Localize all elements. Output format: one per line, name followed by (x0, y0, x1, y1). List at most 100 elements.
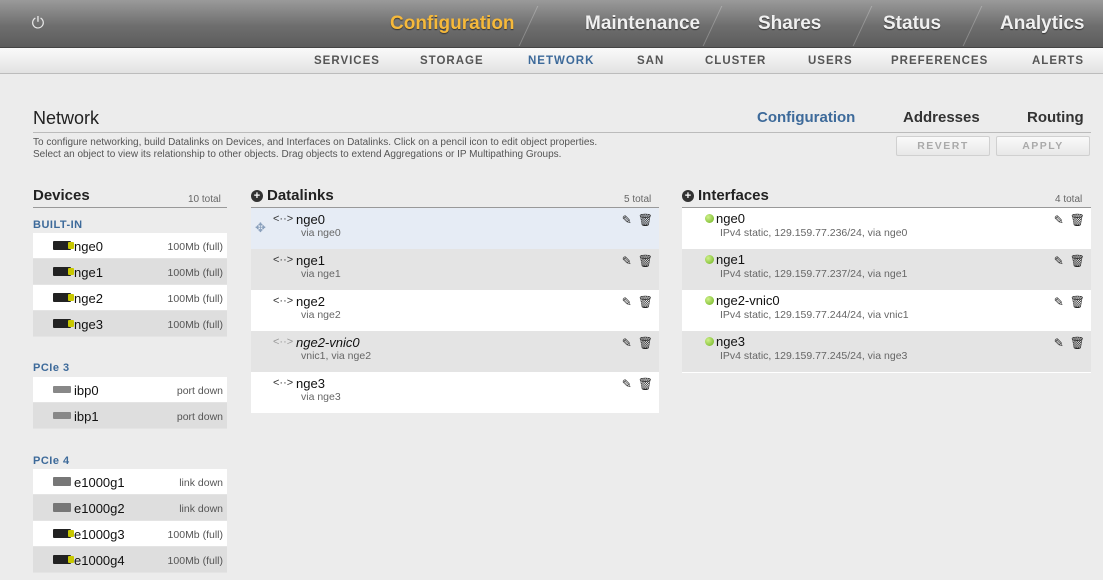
pencil-icon[interactable]: ✎ (1054, 254, 1064, 268)
add-interface-icon[interactable]: + (682, 190, 694, 202)
datalink-icon: <··> (273, 295, 294, 307)
interface-row[interactable]: nge1 IPv4 static, 129.159.77.237/24, via… (682, 249, 1091, 290)
datalink-detail: via nge0 (301, 227, 341, 239)
device-status: 100Mb (full) (167, 319, 223, 331)
revert-button[interactable]: REVERT (896, 136, 990, 156)
trash-icon[interactable]: 🗑 (1070, 295, 1085, 309)
pencil-icon[interactable]: ✎ (622, 377, 632, 391)
datalink-row[interactable]: <··> nge3 via nge3 ✎ 🗑 (251, 372, 659, 413)
subtab-cluster[interactable]: CLUSTER (705, 48, 766, 74)
view-tab-configuration[interactable]: Configuration (757, 109, 855, 126)
power-icon[interactable]: ⏻ (28, 14, 48, 34)
status-up-icon (705, 337, 714, 346)
datalink-row[interactable]: ✥ <··> nge0 via nge0 ✎ 🗑 (251, 208, 659, 249)
interface-name: nge0 (716, 211, 745, 226)
tab-divider (518, 6, 539, 46)
pencil-icon[interactable]: ✎ (622, 213, 632, 227)
pencil-icon[interactable]: ✎ (1054, 295, 1064, 309)
device-row[interactable]: e1000g3 100Mb (full) (33, 521, 227, 547)
pencil-icon[interactable]: ✎ (1054, 336, 1064, 350)
device-row[interactable]: nge0 100Mb (full) (33, 233, 227, 259)
ib-port-icon (53, 412, 71, 419)
subtab-preferences[interactable]: PREFERENCES (891, 48, 988, 74)
devices-heading: Devices (33, 187, 90, 204)
description-line: Select an object to view its relationshi… (33, 149, 562, 160)
device-status: 100Mb (full) (167, 241, 223, 253)
device-row[interactable]: ibp1 port down (33, 403, 227, 429)
subtab-users[interactable]: USERS (808, 48, 853, 74)
device-row[interactable]: e1000g4 100Mb (full) (33, 547, 227, 573)
datalinks-heading: + Datalinks (251, 187, 334, 204)
interface-row[interactable]: nge3 IPv4 static, 129.159.77.245/24, via… (682, 331, 1091, 372)
nic-down-icon (53, 477, 71, 486)
device-row[interactable]: nge3 100Mb (full) (33, 311, 227, 337)
trash-icon[interactable]: 🗑 (638, 295, 653, 309)
device-name: nge2 (74, 291, 103, 306)
datalink-detail: via nge3 (301, 391, 341, 403)
pencil-icon[interactable]: ✎ (622, 254, 632, 268)
device-row[interactable]: e1000g2 link down (33, 495, 227, 521)
trash-icon[interactable]: 🗑 (638, 254, 653, 268)
trash-icon[interactable]: 🗑 (638, 377, 653, 391)
tab-configuration[interactable]: Configuration (390, 0, 515, 48)
apply-button[interactable]: APPLY (996, 136, 1090, 156)
tab-analytics[interactable]: Analytics (1000, 0, 1084, 48)
top-navigation-bar: ⏻ Configuration Maintenance Shares Statu… (0, 0, 1103, 48)
device-row[interactable]: ibp0 port down (33, 377, 227, 403)
datalink-detail: vnic1, via nge2 (301, 350, 372, 362)
pencil-icon[interactable]: ✎ (622, 336, 632, 350)
tab-shares[interactable]: Shares (758, 0, 821, 48)
device-name: e1000g1 (74, 475, 125, 490)
page-title: Network (33, 108, 100, 128)
datalink-icon: <··> (273, 213, 294, 225)
datalinks-total: 5 total (624, 194, 652, 205)
add-datalink-icon[interactable]: + (251, 190, 263, 202)
subtab-services[interactable]: SERVICES (314, 48, 380, 74)
device-name: ibp1 (74, 409, 99, 424)
datalink-row[interactable]: <··> nge2 via nge2 ✎ 🗑 (251, 290, 659, 331)
nic-active-icon (53, 241, 74, 250)
subtab-san[interactable]: SAN (637, 48, 664, 74)
subtab-network[interactable]: NETWORK (528, 48, 594, 74)
tab-maintenance[interactable]: Maintenance (585, 0, 700, 48)
pencil-icon[interactable]: ✎ (1054, 213, 1064, 227)
device-row[interactable]: nge1 100Mb (full) (33, 259, 227, 285)
pencil-icon[interactable]: ✎ (622, 295, 632, 309)
trash-icon[interactable]: 🗑 (1070, 254, 1085, 268)
interface-detail: IPv4 static, 129.159.77.237/24, via nge1 (720, 268, 908, 280)
subtab-storage[interactable]: STORAGE (420, 48, 484, 74)
trash-icon[interactable]: 🗑 (1070, 213, 1085, 227)
tab-divider (962, 6, 983, 46)
device-status: 100Mb (full) (167, 555, 223, 567)
datalink-row[interactable]: <··> nge2-vnic0 vnic1, via nge2 ✎ 🗑 (251, 331, 659, 372)
device-name: nge3 (74, 317, 103, 332)
datalink-icon: <··> (273, 377, 294, 389)
devices-divider (33, 207, 227, 208)
device-status: port down (176, 385, 223, 397)
device-row[interactable]: e1000g1 link down (33, 469, 227, 495)
tab-status[interactable]: Status (883, 0, 941, 48)
device-row[interactable]: nge2 100Mb (full) (33, 285, 227, 311)
view-tab-routing[interactable]: Routing (1027, 109, 1084, 126)
datalink-icon: <··> (273, 254, 294, 266)
nic-active-icon (53, 293, 74, 302)
datalink-detail: via nge2 (301, 309, 341, 321)
interfaces-heading: + Interfaces (682, 187, 769, 204)
datalink-name: nge2 (296, 294, 325, 309)
vnic-icon: <··> (273, 336, 294, 348)
trash-icon[interactable]: 🗑 (1070, 336, 1085, 350)
sub-navigation-bar: SERVICES STORAGE NETWORK SAN CLUSTER USE… (0, 48, 1103, 74)
view-tab-addresses[interactable]: Addresses (903, 109, 980, 126)
datalink-row[interactable]: <··> nge1 via nge1 ✎ 🗑 (251, 249, 659, 290)
trash-icon[interactable]: 🗑 (638, 336, 653, 350)
interface-row[interactable]: nge0 IPv4 static, 129.159.77.236/24, via… (682, 208, 1091, 249)
devices-total: 10 total (188, 194, 221, 205)
subtab-alerts[interactable]: ALERTS (1032, 48, 1084, 74)
interface-row[interactable]: nge2-vnic0 IPv4 static, 129.159.77.244/2… (682, 290, 1091, 331)
device-status: 100Mb (full) (167, 267, 223, 279)
device-status: port down (176, 411, 223, 423)
move-handle-icon[interactable]: ✥ (255, 220, 266, 236)
device-name: nge0 (74, 239, 103, 254)
trash-icon[interactable]: 🗑 (638, 213, 653, 227)
nic-active-icon (53, 529, 74, 538)
